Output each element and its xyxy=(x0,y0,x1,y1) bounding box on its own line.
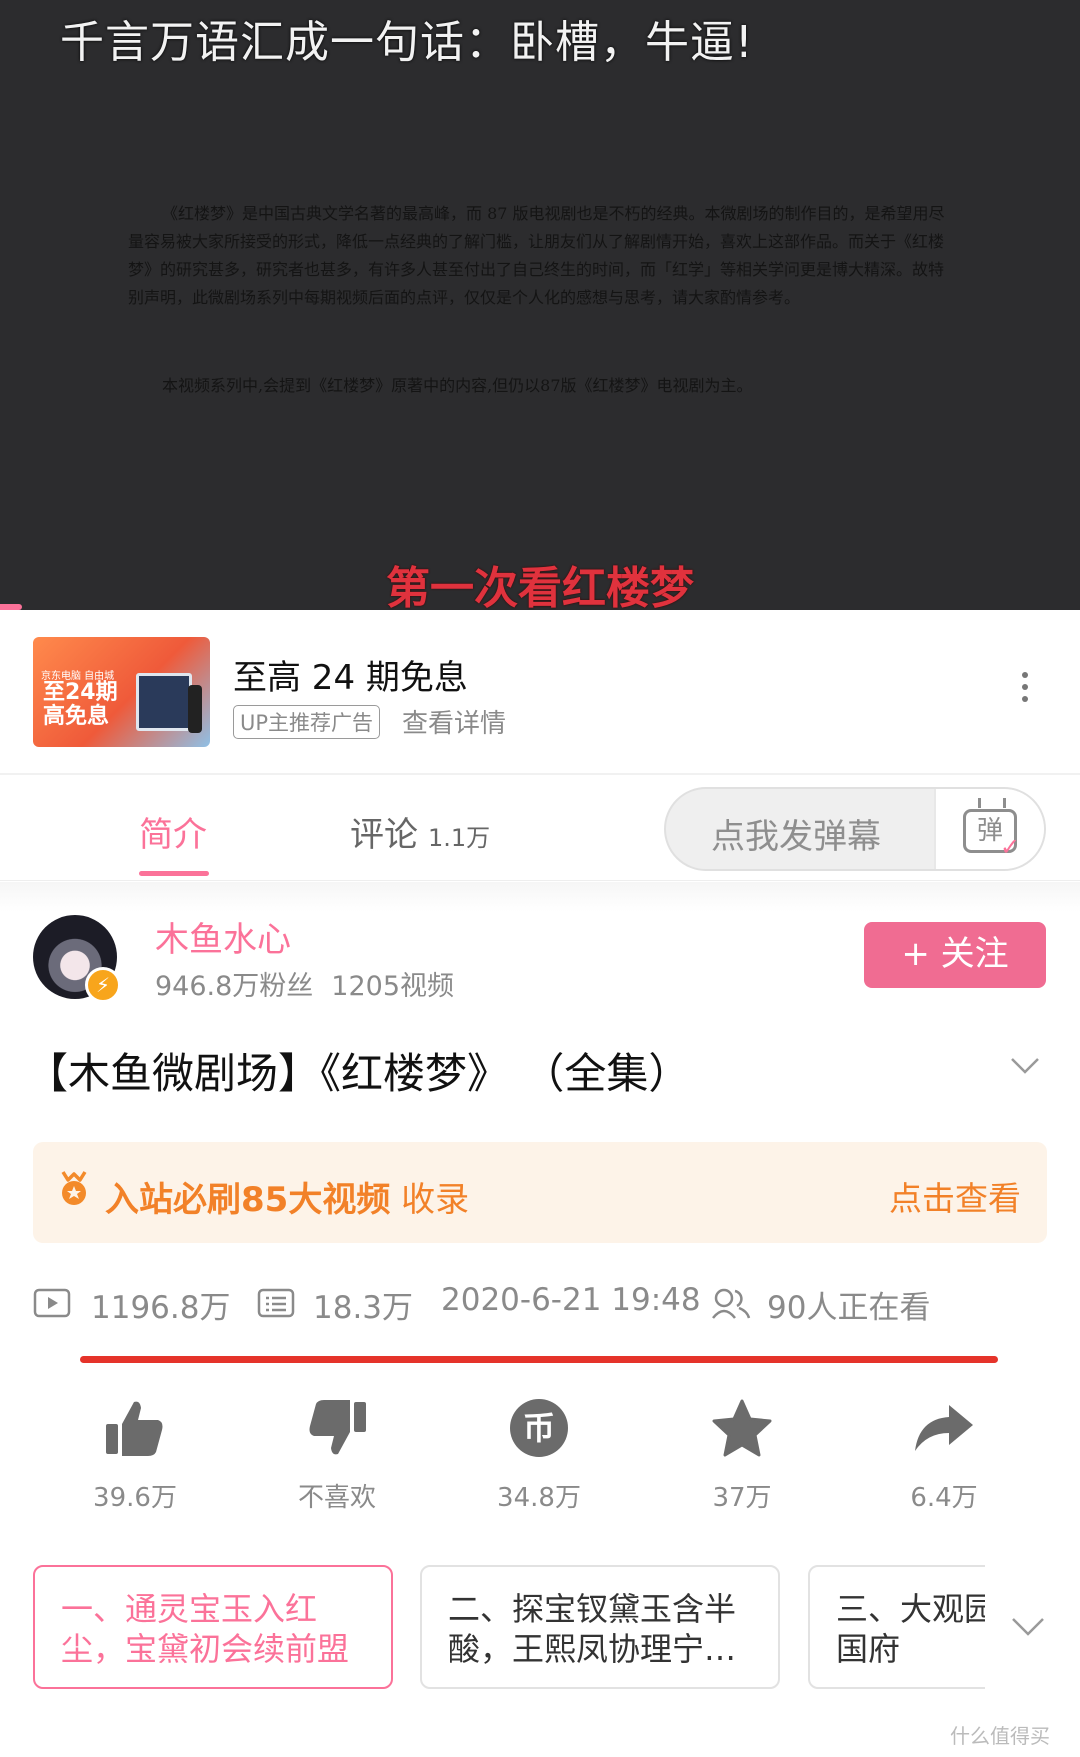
episode-title: 一、通灵宝玉入红尘，宝黛初会续前盟 xyxy=(61,1590,350,1668)
tab-comments-label: 评论 xyxy=(350,815,418,855)
tab-intro[interactable]: 简介 xyxy=(139,807,207,856)
chevron-down-icon[interactable] xyxy=(1010,1610,1046,1640)
lightning-badge-icon: ⚡ xyxy=(85,967,121,1003)
share-icon xyxy=(915,1405,973,1451)
collection-view-link[interactable]: 点击查看 xyxy=(889,1172,1021,1220)
tab-intro-label: 简介 xyxy=(139,815,207,855)
intro-paragraph: 《红楼梦》是中国古典文学名著的最高峰，而 87 版电视剧也是不朽的经典。本微剧场… xyxy=(128,204,945,307)
video-subtitle: 第一次看红楼梦 xyxy=(386,563,694,610)
danmaku-toggle-button[interactable]: 弹 ✓ xyxy=(934,789,1044,869)
episode-card[interactable]: 二、探宝钗黛玉含半酸，王熙凤协理宁… xyxy=(420,1565,780,1689)
watermark: 什么值得买 xyxy=(950,1724,1050,1748)
dislike-button[interactable]: 不喜欢 xyxy=(267,1393,407,1514)
episode-title: 二、探宝钗黛玉含半酸，王熙凤协理宁… xyxy=(448,1590,737,1668)
author-videos: 1205视频 xyxy=(331,971,455,1002)
intro-note: 本视频系列中,会提到《红楼梦》原著中的内容,但仍以87版《红楼梦》电视剧为主。 xyxy=(162,376,753,395)
red-divider-line xyxy=(80,1356,998,1363)
danmaku-input[interactable]: 点我发弹幕 弹 ✓ xyxy=(664,787,1046,871)
danmaku-input-placeholder: 点我发弹幕 xyxy=(711,817,881,857)
watching-count: 90人正在看 xyxy=(767,1290,931,1326)
share-count: 6.4万 xyxy=(910,1483,978,1513)
tab-active-indicator xyxy=(139,871,209,876)
collection-label-bold: 入站必刷85大视频 xyxy=(105,1180,391,1220)
publish-date: 2020-6-21 19:48 xyxy=(441,1282,701,1318)
episode-list: 一、通灵宝玉入红尘，宝黛初会续前盟 二、探宝钗黛玉含半酸，王熙凤协理宁… 三、大… xyxy=(0,1565,1080,1693)
ad-title[interactable]: 至高 24 期免息 xyxy=(233,650,468,699)
ad-tag: UP主推荐广告 xyxy=(233,705,381,739)
medal-icon xyxy=(57,1170,91,1217)
coin-button[interactable]: 币 34.8万 xyxy=(469,1393,609,1514)
play-count-icon xyxy=(33,1288,71,1318)
chevron-down-icon[interactable] xyxy=(1010,1050,1040,1080)
star-icon xyxy=(712,1399,772,1457)
video-player[interactable]: 千言万语汇成一句话：卧槽，牛逼! 《红楼梦》是中国古典文学名著的最高峰，而 87… xyxy=(0,0,1080,610)
laptop-graphic xyxy=(136,673,192,731)
action-bar: 39.6万 不喜欢 币 34.8万 37万 6.4万 xyxy=(0,1393,1080,1528)
author-section: ⚡ 木鱼水心 946.8万粉丝 1205视频 + 关注 xyxy=(0,882,1080,1012)
like-count: 39.6万 xyxy=(93,1483,177,1513)
author-name[interactable]: 木鱼水心 xyxy=(155,912,291,961)
video-title: 【木鱼微剧场】《红楼梦》 （全集） xyxy=(26,1049,691,1098)
thumbs-down-icon xyxy=(309,1400,366,1455)
follow-button[interactable]: + 关注 xyxy=(864,922,1046,988)
ad-banner[interactable]: 京东电脑 自由城 至24期 高免息 至高 24 期免息 UP主推荐广告 查看详情 xyxy=(0,610,1080,775)
ad-thumbnail[interactable]: 京东电脑 自由城 至24期 高免息 xyxy=(33,637,210,747)
dislike-label: 不喜欢 xyxy=(297,1483,376,1513)
thumbs-up-icon xyxy=(106,1401,163,1456)
svg-text:币: 币 xyxy=(523,1409,555,1447)
avatar[interactable]: ⚡ xyxy=(33,915,121,1003)
favorite-count: 37万 xyxy=(712,1483,772,1513)
coin-icon: 币 xyxy=(510,1399,568,1457)
video-meta: 1196.8万 18.3万 2020-6-21 19:48 90人正在看 xyxy=(33,1282,1053,1332)
check-icon: ✓ xyxy=(1000,833,1021,861)
phone-graphic xyxy=(188,685,202,733)
collection-label: 入站必刷85大视频 收录 xyxy=(105,1172,469,1221)
danmaku-text: 千言万语汇成一句话：卧槽，牛逼! xyxy=(60,17,754,68)
more-options-icon[interactable] xyxy=(1020,672,1030,712)
favorite-button[interactable]: 37万 xyxy=(672,1393,812,1514)
tab-bar: 简介 评论 1.1万 点我发弹幕 弹 ✓ xyxy=(0,777,1080,881)
ad-detail-link[interactable]: 查看详情 xyxy=(402,703,506,740)
tab-comments[interactable]: 评论 1.1万 xyxy=(350,807,490,856)
ad-thumbnail-headline: 至24期 高免息 xyxy=(43,680,118,729)
share-button[interactable]: 6.4万 xyxy=(874,1393,1014,1514)
episode-card[interactable]: 一、通灵宝玉入红尘，宝黛初会续前盟 xyxy=(33,1565,393,1689)
viewers-icon xyxy=(712,1288,751,1319)
collection-label-rest: 收录 xyxy=(390,1180,470,1220)
author-stats: 946.8万粉丝 1205视频 xyxy=(155,964,454,1003)
danmaku-count-icon xyxy=(257,1288,295,1318)
tab-comments-count: 1.1万 xyxy=(428,824,491,852)
coin-count: 34.8万 xyxy=(497,1483,581,1513)
author-fans: 946.8万粉丝 xyxy=(155,971,314,1002)
play-count: 1196.8万 xyxy=(91,1290,231,1326)
like-button[interactable]: 39.6万 xyxy=(65,1393,205,1514)
collection-banner[interactable]: 入站必刷85大视频 收录 点击查看 xyxy=(33,1142,1047,1243)
danmaku-count: 18.3万 xyxy=(313,1290,414,1326)
